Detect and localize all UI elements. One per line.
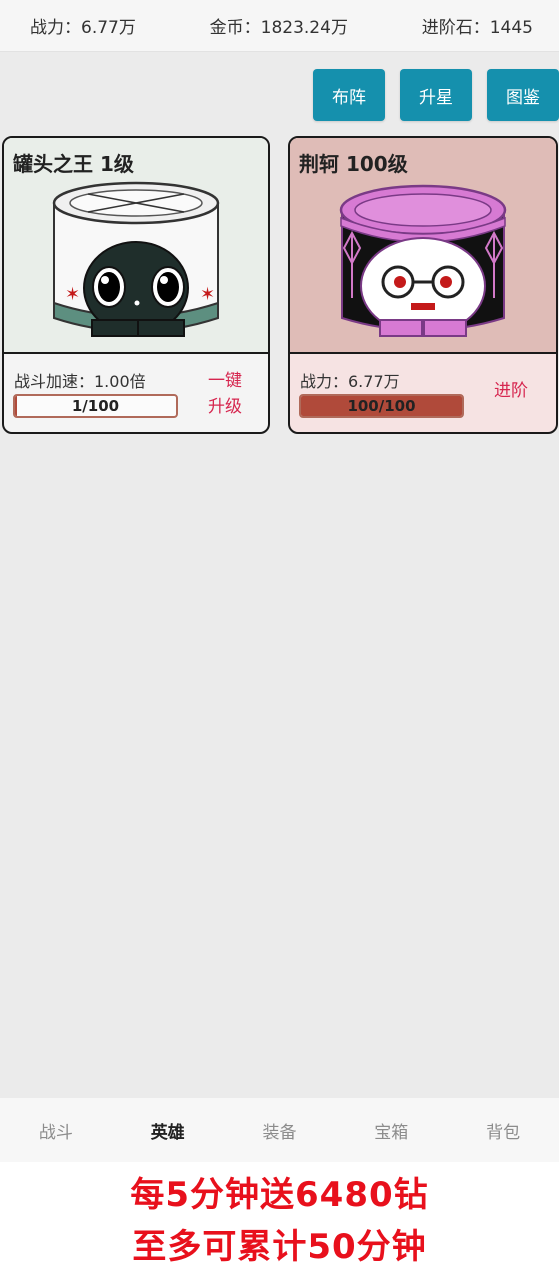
promo-banner: 每5分钟送6480钻 至多可累计50分钟 — [0, 1162, 559, 1280]
advance-button[interactable]: 进阶 — [494, 378, 528, 404]
tab-equipment[interactable]: 装备 — [224, 1118, 336, 1143]
promo-line-1: 每5分钟送6480钻 — [130, 1175, 429, 1215]
hero-card[interactable]: ✶ ✶ 罐头之王 1级 战斗加速：1.00倍 1/100 一键 升级 — [2, 136, 270, 434]
hero-stat: 战斗加速：1.00倍 — [14, 372, 146, 391]
tab-chest[interactable]: 宝箱 — [335, 1118, 447, 1143]
svg-text:✶: ✶ — [200, 284, 215, 305]
one-click-upgrade-button[interactable]: 一键 升级 — [208, 368, 242, 420]
hero-name: 罐头之王 1级 — [13, 152, 134, 176]
hero-card[interactable]: 荆轲 100级 战力：6.77万 100/100 进阶 — [288, 136, 558, 434]
hero-stat: 战力：6.77万 — [300, 372, 400, 391]
promo-line-2: 至多可累计50分钟 — [132, 1227, 427, 1267]
progress-label: 1/100 — [71, 397, 120, 415]
power-stat: 战力：6.77万 — [30, 18, 136, 38]
star-up-button[interactable]: 升星 — [400, 69, 472, 121]
hero-name: 荆轲 100级 — [299, 152, 408, 176]
status-bar: 战力：6.77万 金币：1823.24万 进阶石：1445 — [0, 0, 559, 52]
bottom-nav: 战斗 英雄 装备 宝箱 背包 — [0, 1098, 559, 1162]
action-label-line1: 一键 — [208, 371, 242, 391]
formation-button[interactable]: 布阵 — [313, 69, 385, 121]
tab-heroes[interactable]: 英雄 — [112, 1118, 224, 1143]
tab-backpack[interactable]: 背包 — [447, 1118, 559, 1143]
progress-label: 100/100 — [347, 397, 416, 415]
tab-battle[interactable]: 战斗 — [0, 1118, 112, 1143]
advance-stone-stat: 进阶石：1445 — [421, 18, 533, 38]
gold-stat: 金币：1823.24万 — [209, 18, 348, 38]
svg-text:✶: ✶ — [65, 284, 80, 305]
codex-button[interactable]: 图鉴 — [487, 69, 559, 121]
action-label-line2: 升级 — [208, 397, 242, 417]
level-progress-bar: 1/100 — [13, 394, 178, 418]
level-progress-bar: 100/100 — [299, 394, 464, 418]
